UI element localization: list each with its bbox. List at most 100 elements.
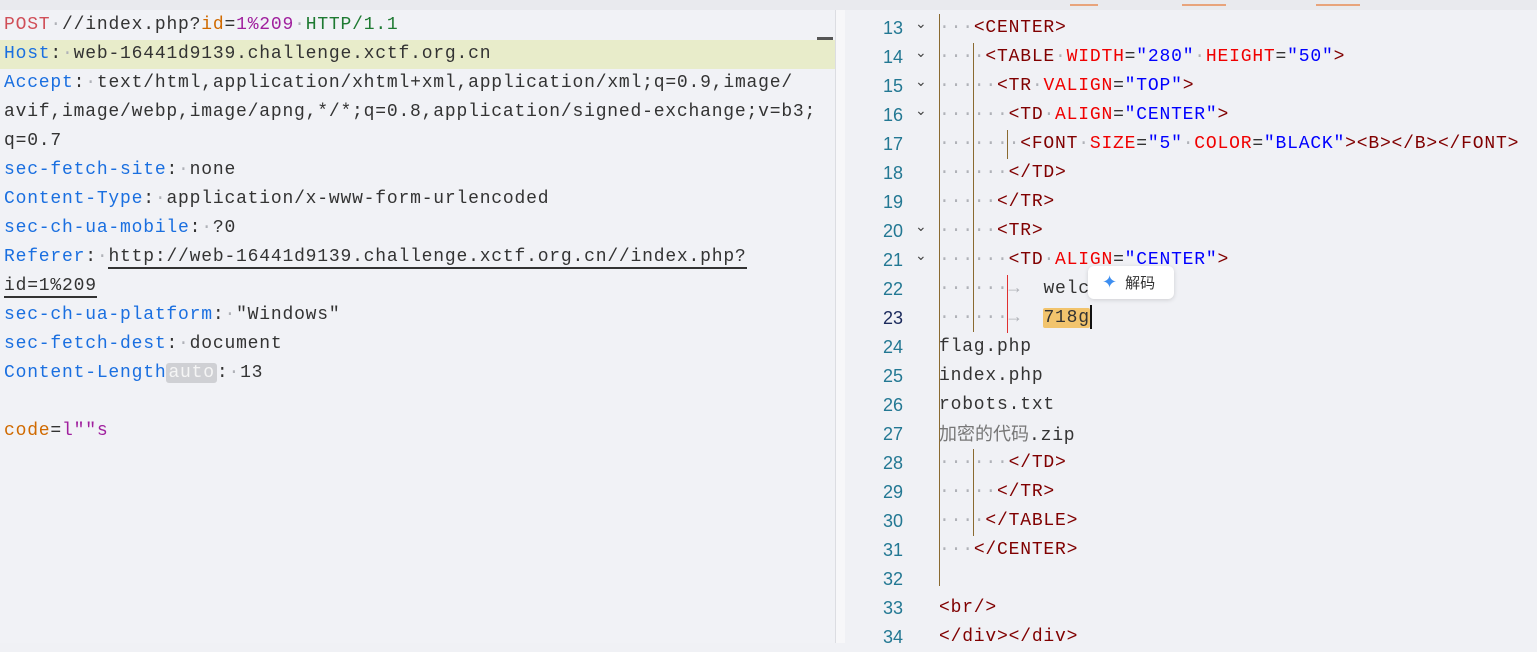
line-number: 31 [882, 540, 903, 560]
token: : [216, 363, 229, 383]
token: ····· [939, 221, 998, 241]
token: ···· [939, 47, 986, 67]
token: : [143, 189, 155, 209]
line-number: 15 [882, 76, 903, 96]
token: > [1182, 76, 1195, 96]
token: q=0.7 [4, 131, 63, 151]
token: <br/> [939, 598, 998, 618]
token: l""s [62, 421, 109, 441]
token: id [201, 15, 225, 35]
token: application/x-www-form-urlencoded [166, 189, 550, 209]
code-line: ······<TD·ALIGN="CENTER"> [939, 246, 1229, 275]
request-line: Content-Length auto:·13 [4, 359, 263, 388]
token: Content-Length [4, 363, 167, 383]
token: ······ [939, 279, 1009, 299]
token: Referer [4, 247, 86, 267]
token: : [73, 73, 86, 93]
token: </CENTER> [973, 540, 1079, 560]
chevron-down-icon[interactable]: ⌄ [915, 72, 931, 101]
toolbar-tab[interactable] [1182, 0, 1226, 6]
token: · [294, 15, 306, 35]
request-line: id=1%209 [4, 272, 97, 301]
line-number: 22 [882, 279, 903, 299]
request-editor[interactable]: POST·//index.php?id=1%209·HTTP/1.1 Host:·… [0, 10, 835, 643]
decode-tooltip[interactable]: ✦ 解码 [1088, 266, 1174, 299]
token: sec-ch-ua-platform [4, 305, 213, 325]
token: robots.txt [939, 395, 1056, 415]
token: sec-ch-ua-mobile [4, 218, 190, 238]
token: · [1031, 76, 1044, 96]
code-line: ···</CENTER> [939, 536, 1078, 565]
scrollbar-marker[interactable] [817, 37, 833, 40]
token: document [189, 334, 283, 354]
top-toolbar [0, 0, 1537, 10]
line-number: 17 [882, 134, 903, 154]
sparkle-icon: ✦ [1102, 272, 1118, 293]
token: code [4, 421, 51, 441]
request-line: sec-ch-ua-platform:·"Windows" [4, 301, 340, 330]
token: 13 [240, 363, 264, 383]
chevron-down-icon[interactable]: ⌄ [915, 246, 931, 275]
token: </TR> [997, 192, 1056, 212]
chevron-down-icon[interactable]: ⌄ [915, 101, 931, 130]
token: = [1113, 105, 1125, 125]
token: id=1%209 [4, 276, 97, 298]
code-line: index.php [939, 362, 1043, 391]
line-number: 32 [882, 569, 903, 589]
token: ALIGN [1055, 105, 1114, 125]
request-line: sec-fetch-site:·none [4, 156, 236, 185]
code-line: ·····<TR> [939, 217, 1043, 246]
token: : [166, 334, 179, 354]
token: · [228, 363, 241, 383]
token: · [1182, 134, 1195, 154]
token: <TD [1008, 105, 1044, 125]
line-number: 33 [882, 598, 903, 618]
token: 加密的代码 [939, 424, 1029, 445]
token: <TD [1008, 250, 1044, 270]
code-line: </div></div> [939, 623, 1078, 652]
toolbar-tab[interactable] [1070, 0, 1098, 6]
line-number: 16 [882, 105, 903, 125]
token: ······ [939, 250, 1009, 270]
token: ··· [939, 540, 974, 560]
token: = [50, 421, 63, 441]
token: "280" [1136, 47, 1195, 67]
token: ······ [939, 163, 1009, 183]
token: ······· [939, 134, 1021, 154]
token: → [1008, 279, 1044, 299]
chevron-down-icon[interactable]: ⌄ [915, 14, 931, 43]
token: "Windows" [236, 305, 341, 325]
chevron-down-icon[interactable]: ⌄ [915, 217, 931, 246]
auto-badge: auto [166, 363, 217, 383]
token: Host [4, 44, 51, 64]
line-number: 30 [882, 511, 903, 531]
token: · [50, 15, 63, 35]
token: avif,image/webp,image/apng,*/*;q=0.8,app… [4, 102, 817, 122]
token: : [212, 305, 225, 325]
token: · [224, 305, 237, 325]
token: Content-Type [4, 189, 144, 209]
token: HTTP/1.1 [305, 15, 399, 35]
token: .zip [1029, 426, 1076, 446]
line-number: 23 [882, 308, 903, 328]
line-number: 26 [882, 395, 903, 415]
token: > [1333, 47, 1346, 67]
response-viewer[interactable]: 13 ⌄ ···<CENTER> 14 ⌄ ····<TABLE·WIDTH="280"·… [845, 10, 1537, 647]
toolbar-tab[interactable] [1316, 0, 1360, 6]
request-line: Host:·web-16441d9139.challenge.xctf.org.… [4, 40, 491, 69]
line-number: 29 [882, 482, 903, 502]
code-line: flag.php [939, 333, 1032, 362]
request-line: POST·//index.php?id=1%209·HTTP/1.1 [4, 11, 399, 40]
line-number: 21 [882, 250, 903, 270]
chevron-down-icon[interactable]: ⌄ [915, 43, 931, 72]
text-cursor [1089, 305, 1092, 330]
code-line: ······</TD> [939, 159, 1067, 188]
request-line: Accept:·text/html,application/xhtml+xml,… [4, 69, 793, 98]
request-line: Content-Type:·application/x-www-form-url… [4, 185, 549, 214]
line-number: 18 [882, 163, 903, 183]
request-line: avif,image/webp,image/apng,*/*;q=0.8,app… [4, 98, 816, 127]
token: · [1055, 47, 1067, 67]
code-line: robots.txt [939, 391, 1055, 420]
token: ?0 [212, 218, 237, 238]
code-line: ······→ 718g [939, 304, 1092, 333]
